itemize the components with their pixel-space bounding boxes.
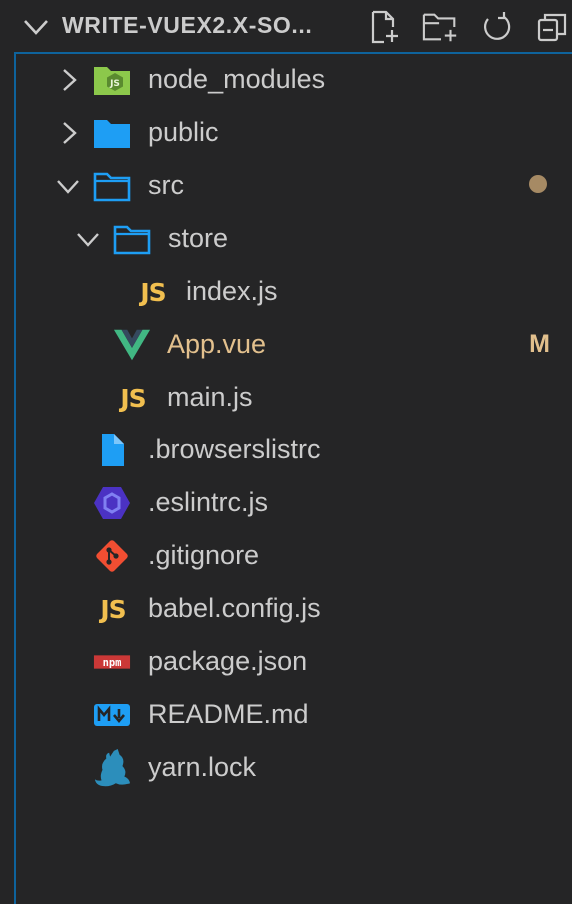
tree-item-label: main.js [167, 382, 253, 412]
npm-icon: npm [93, 645, 131, 679]
tree-item-label: yarn.lock [148, 752, 257, 782]
new-folder-icon[interactable] [422, 8, 460, 46]
workspace-title[interactable]: WRITE-VUEX2.X-SO... [62, 12, 312, 39]
git-status-badge: M [529, 330, 550, 358]
refresh-icon[interactable] [478, 8, 516, 46]
new-file-icon[interactable] [366, 8, 404, 46]
javascript-icon: JS [100, 594, 126, 624]
tree-item-app-vue[interactable]: App.vue M [0, 318, 572, 371]
tree-item-node-modules[interactable]: JS node_modules [0, 53, 572, 106]
eslint-icon [93, 486, 131, 520]
chevron-right-icon[interactable] [56, 120, 82, 146]
chevron-down-icon[interactable] [22, 14, 50, 40]
javascript-icon: JS [140, 277, 166, 307]
folder-icon [93, 116, 131, 150]
svg-text:JS: JS [109, 79, 120, 89]
tree-item-browserslistrc[interactable]: .browserslistrc [0, 423, 572, 476]
chevron-right-icon[interactable] [56, 67, 82, 93]
tree-item-gitignore[interactable]: .gitignore [0, 529, 572, 582]
folder-open-icon [113, 222, 151, 256]
tree-item-label: node_modules [148, 64, 326, 94]
vue-icon [113, 328, 151, 362]
tree-item-label: babel.config.js [148, 593, 321, 623]
git-icon [93, 539, 131, 573]
tree-item-label: .eslintrc.js [148, 487, 269, 517]
chevron-down-icon[interactable] [75, 226, 101, 252]
markdown-icon [93, 698, 131, 732]
tree-item-label: index.js [186, 276, 278, 306]
file-icon [93, 433, 131, 467]
tree-item-label: README.md [148, 699, 309, 729]
tree-item-label: public [148, 117, 219, 147]
tree-item-label: src [148, 170, 184, 200]
javascript-icon: JS [120, 383, 146, 413]
tree-item-src[interactable]: src [0, 159, 572, 212]
tree-item-eslintrc[interactable]: .eslintrc.js [0, 476, 572, 529]
yarn-icon [93, 749, 131, 787]
tree-item-label: .browserslistrc [148, 434, 321, 464]
tree-item-label: package.json [148, 646, 308, 676]
modified-dot [529, 175, 547, 193]
chevron-down-icon[interactable] [55, 173, 81, 199]
tree-item-index-js[interactable]: JS index.js [0, 265, 572, 318]
tree-item-babel-config[interactable]: JS babel.config.js [0, 582, 572, 635]
tree-item-store[interactable]: store [0, 212, 572, 265]
tree-item-package-json[interactable]: npm package.json [0, 635, 572, 688]
tree-item-readme[interactable]: README.md [0, 688, 572, 741]
tree-item-label: store [168, 223, 229, 253]
svg-text:npm: npm [103, 657, 122, 669]
tree-item-label: App.vue [167, 329, 267, 359]
nodejs-folder-icon: JS [93, 63, 131, 97]
tree-item-yarn-lock[interactable]: yarn.lock [0, 741, 572, 794]
tree-item-public[interactable]: public [0, 106, 572, 159]
tree-item-label: .gitignore [148, 540, 260, 570]
explorer-header[interactable]: WRITE-VUEX2.X-SO... [0, 0, 572, 52]
tree-item-main-js[interactable]: JS main.js [0, 371, 572, 424]
collapse-all-icon[interactable] [534, 8, 572, 46]
file-explorer: WRITE-VUEX2.X-SO... JS node_modules publ… [0, 0, 572, 904]
folder-open-icon [93, 169, 131, 203]
